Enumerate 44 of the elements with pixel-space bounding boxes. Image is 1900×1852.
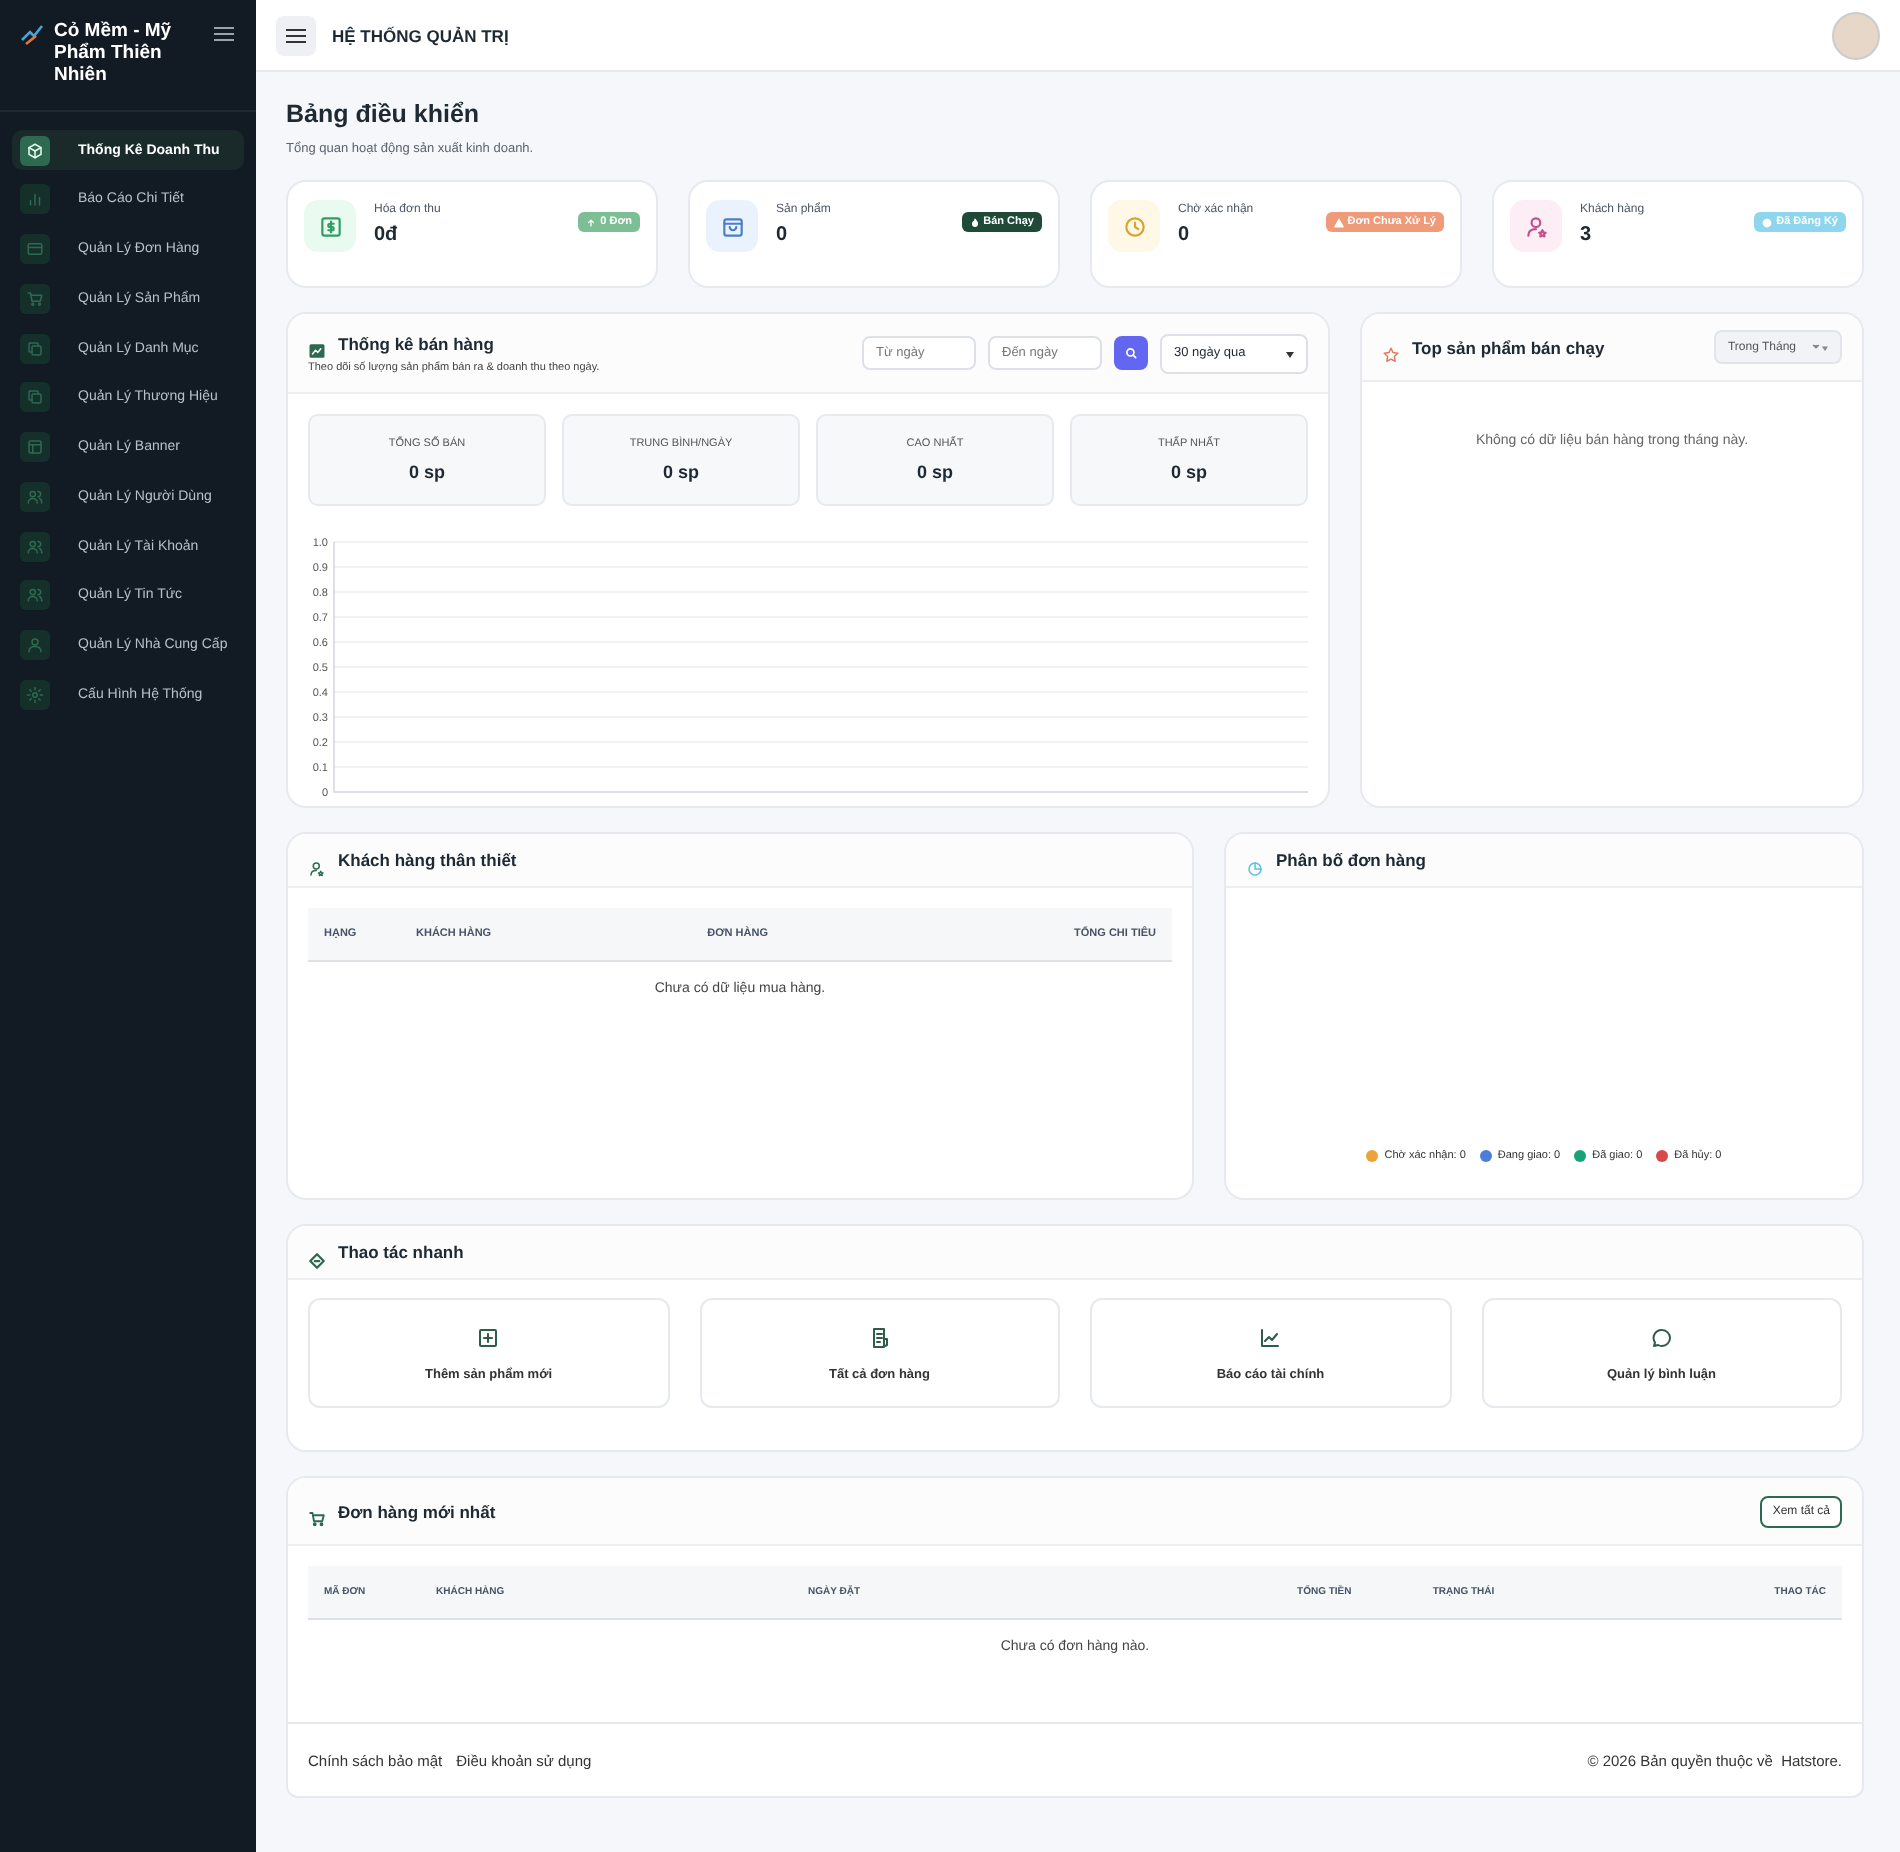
layout-icon	[20, 432, 50, 462]
panel-title: Top sản phẩm bán chạy	[1412, 337, 1607, 357]
user-icon	[20, 630, 50, 660]
clock-icon	[1108, 200, 1160, 252]
users-icon	[20, 531, 50, 561]
stat-value: 0	[776, 224, 790, 246]
copy-icon	[20, 333, 50, 363]
money-icon	[304, 200, 356, 252]
panel-title: Khách hàng thân thiết	[338, 850, 517, 870]
line-chart-icon	[1258, 1325, 1283, 1349]
panel-title: Phân bố đơn hàng	[1276, 850, 1426, 870]
bag-icon	[706, 200, 758, 252]
summary-value: 0 sp	[662, 462, 699, 482]
cart-icon	[20, 283, 50, 314]
panel-title: Thống kê bán hàng	[338, 333, 494, 353]
menu-icon[interactable]	[212, 22, 236, 46]
card-icon	[20, 234, 50, 264]
users-icon	[20, 481, 50, 512]
summary-value: 0 sp	[916, 462, 953, 482]
logo-icon	[20, 22, 44, 46]
plus-square-icon	[476, 1325, 501, 1349]
brand-name: Cỏ Mềm - Mỹ Phẩm Thiên Nhiên	[54, 20, 174, 86]
box-icon	[20, 135, 50, 165]
menu-icon	[284, 23, 308, 47]
receipt-icon	[867, 1325, 892, 1349]
menu-button[interactable]	[276, 15, 316, 55]
search-button[interactable]	[1114, 336, 1148, 370]
app-title: HỆ THỐNG QUẢN TRỊ	[332, 25, 511, 45]
search-icon	[1124, 346, 1138, 360]
copy-icon	[20, 382, 50, 413]
bar-chart-icon	[20, 184, 50, 215]
summary-value: 0 sp	[408, 462, 445, 482]
stat-value: 0đ	[374, 224, 400, 246]
page-title: Bảng điều khiển	[286, 100, 482, 128]
panel-title: Đơn hàng mới nhất	[338, 1501, 498, 1521]
stat-value: 0	[1178, 224, 1192, 246]
panel-title: Thao tác nhanh	[338, 1242, 464, 1262]
users-icon	[20, 580, 50, 611]
chat-bubble-icon	[1649, 1325, 1674, 1349]
caret-icon	[1812, 343, 1828, 351]
user-icon	[1510, 200, 1562, 252]
gear-icon	[20, 679, 50, 710]
stat-value: 3	[1580, 224, 1594, 246]
summary-value: 0 sp	[1170, 462, 1207, 482]
